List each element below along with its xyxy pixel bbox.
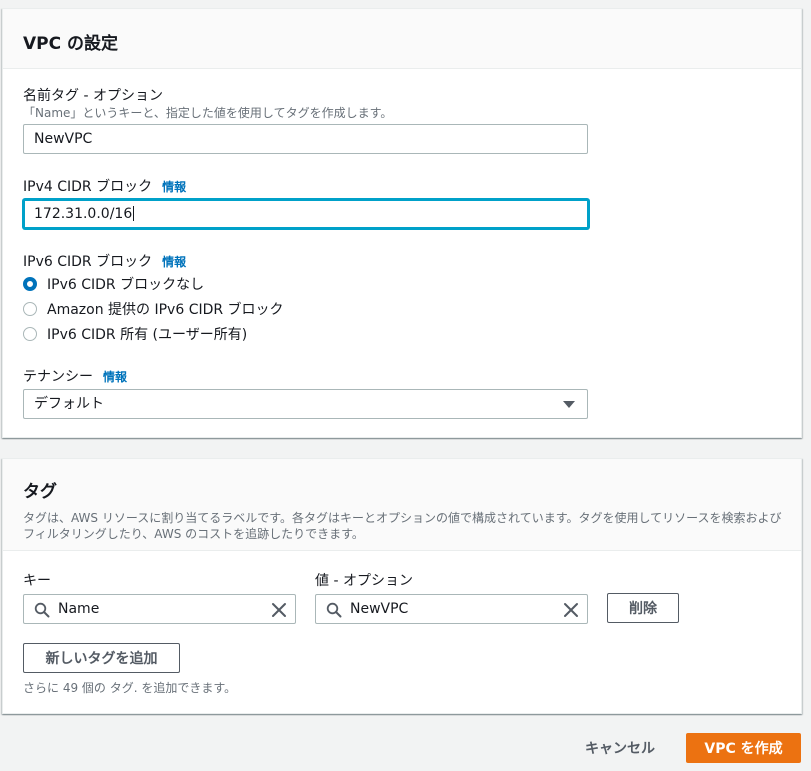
ipv6-option-amazon[interactable]: Amazon 提供の IPv6 CIDR ブロック xyxy=(23,299,284,319)
tag-key-column-label: キー xyxy=(23,573,51,589)
vpc-settings-title: VPC の設定 xyxy=(23,34,119,54)
tag-value-value: NewVPC xyxy=(350,601,409,617)
tag-value-column-label: 値 - オプション xyxy=(315,573,413,589)
ipv4-cidr-input[interactable]: 172.31.0.0/16 xyxy=(23,199,589,229)
ipv4-cidr-label: IPv4 CIDR ブロック xyxy=(23,179,153,195)
tenancy-info-link[interactable]: 情報 xyxy=(103,368,127,385)
cancel-button[interactable]: キャンセル xyxy=(577,733,663,763)
tags-description: タグは、AWS リソースに割り当てるラベルです。各タグはキーとオプションの値で構… xyxy=(23,511,782,541)
ipv6-cidr-info-link[interactable]: 情報 xyxy=(162,253,186,270)
text-cursor xyxy=(133,206,135,221)
remaining-tags-hint: さらに 49 個の タグ. を追加できます。 xyxy=(23,681,237,695)
create-vpc-button[interactable]: VPC を作成 xyxy=(686,733,801,763)
clear-icon[interactable] xyxy=(271,602,287,618)
radio-unchecked-icon[interactable] xyxy=(23,302,37,316)
ipv6-cidr-label-row: IPv6 CIDR ブロック 情報 xyxy=(23,251,186,271)
name-tag-description: 「Name」というキーと、指定した値を使用してタグを作成します。 xyxy=(23,106,393,120)
tag-key-value: Name xyxy=(58,601,100,617)
clear-icon[interactable] xyxy=(563,602,579,618)
tenancy-select[interactable]: デフォルト xyxy=(23,389,588,419)
ipv4-cidr-value: 172.31.0.0/16 xyxy=(34,206,133,222)
tag-key-input[interactable]: Name xyxy=(23,594,296,624)
search-icon xyxy=(34,602,50,618)
tenancy-label-row: テナンシー 情報 xyxy=(23,366,127,386)
ipv4-cidr-label-row: IPv4 CIDR ブロック 情報 xyxy=(23,176,186,196)
radio-unchecked-icon[interactable] xyxy=(23,327,37,341)
ipv6-option-none[interactable]: IPv6 CIDR ブロックなし xyxy=(23,274,204,294)
vpc-settings-header: VPC の設定 xyxy=(3,9,801,69)
name-tag-value: NewVPC xyxy=(34,131,93,147)
ipv6-option-owned-label: IPv6 CIDR 所有 (ユーザー所有) xyxy=(47,327,248,343)
remove-tag-button[interactable]: 削除 xyxy=(607,593,679,623)
tenancy-selected-value: デフォルト xyxy=(34,396,104,412)
ipv6-option-amazon-label: Amazon 提供の IPv6 CIDR ブロック xyxy=(47,302,284,318)
tags-panel: タグ タグは、AWS リソースに割り当てるラベルです。各タグはキーとオプションの… xyxy=(2,458,802,714)
name-tag-input[interactable]: NewVPC xyxy=(23,124,588,154)
ipv6-option-owned[interactable]: IPv6 CIDR 所有 (ユーザー所有) xyxy=(23,324,247,344)
tags-header: タグ タグは、AWS リソースに割り当てるラベルです。各タグはキーとオプションの… xyxy=(3,459,801,551)
tag-value-input[interactable]: NewVPC xyxy=(315,594,588,624)
caret-down-icon xyxy=(563,401,575,408)
tags-title: タグ xyxy=(23,482,57,502)
ipv4-cidr-info-link[interactable]: 情報 xyxy=(162,178,186,195)
vpc-settings-panel: VPC の設定 名前タグ - オプション 「Name」というキーと、指定した値を… xyxy=(2,8,802,438)
tenancy-label: テナンシー xyxy=(23,369,93,385)
search-icon xyxy=(326,602,342,618)
radio-checked-icon[interactable] xyxy=(23,277,37,291)
ipv6-option-none-label: IPv6 CIDR ブロックなし xyxy=(47,277,205,293)
add-tag-button[interactable]: 新しいタグを追加 xyxy=(23,643,180,673)
ipv6-cidr-label: IPv6 CIDR ブロック xyxy=(23,254,153,270)
name-tag-label: 名前タグ - オプション xyxy=(23,88,163,104)
